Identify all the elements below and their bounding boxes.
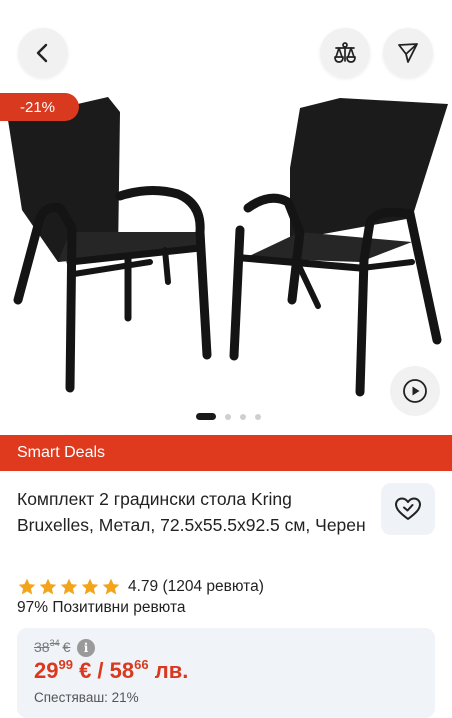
pagination-dot-active[interactable] [196, 413, 216, 420]
price-bgn-currency: лв. [154, 658, 189, 683]
old-price-cents: 34 [49, 638, 60, 648]
smart-deals-bar[interactable]: Smart Deals [0, 435, 452, 471]
star-icon [102, 578, 120, 595]
heart-icon [395, 497, 421, 520]
old-price-currency: € [62, 639, 71, 655]
smart-deals-label: Smart Deals [17, 444, 106, 461]
play-video-button[interactable] [390, 366, 440, 416]
pagination-dot[interactable] [225, 413, 231, 420]
gallery-pagination [196, 413, 261, 420]
back-button[interactable] [18, 28, 68, 78]
price-bgn-cents: 66 [134, 657, 149, 672]
discount-badge: -21% [0, 93, 79, 121]
scale-icon [334, 42, 356, 63]
star-icon [60, 578, 78, 595]
compare-button[interactable] [320, 28, 370, 78]
play-icon [403, 379, 427, 403]
send-icon [398, 43, 418, 63]
star-icon [81, 578, 99, 595]
info-icon[interactable]: i [77, 639, 95, 657]
current-price: 2999 € / 5866 лв. [34, 657, 189, 684]
rating-value: 4.79 (1204 ревюта) [128, 578, 264, 595]
price-eur-whole: 29 [34, 658, 59, 683]
product-gallery[interactable]: -21% [0, 0, 452, 435]
pagination-dot[interactable] [255, 413, 261, 420]
positive-reviews: 97% Позитивни ревюта [17, 599, 186, 616]
pagination-dot[interactable] [240, 413, 246, 420]
old-price: 38 34 € [34, 638, 71, 655]
chevron-left-icon [36, 43, 48, 63]
product-image [8, 97, 448, 397]
price-eur-cents: 99 [58, 657, 73, 672]
share-button[interactable] [383, 28, 433, 78]
price-card: 38 34 € i 2999 € / 5866 лв. Спестяваш: 21% [17, 628, 435, 718]
star-icon [39, 578, 57, 595]
star-icon [18, 578, 36, 595]
price-eur-currency: € / [79, 658, 104, 683]
savings-text: Спестяваш: 21% [34, 690, 139, 705]
price-bgn-whole: 58 [109, 658, 135, 683]
add-to-favorites-button[interactable] [381, 483, 435, 535]
old-price-whole: 38 [34, 639, 50, 655]
rating-row[interactable]: 4.79 (1204 ревюта) [17, 576, 264, 598]
product-title: Комплект 2 градински стола Kring Bruxell… [17, 489, 366, 535]
